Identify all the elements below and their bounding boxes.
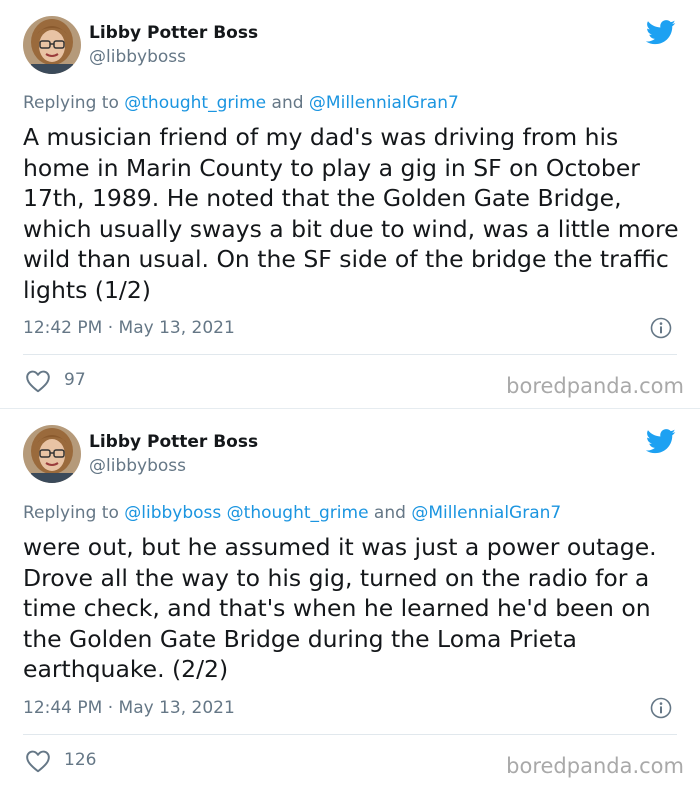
tweet-card: Libby Potter Boss @libbyboss Replying to… — [0, 0, 700, 408]
watermark: boredpanda.com — [506, 754, 684, 778]
replying-joiner: and — [368, 503, 412, 523]
replying-prefix: Replying to — [23, 503, 125, 523]
replying-prefix: Replying to — [23, 93, 125, 113]
mention-link[interactable]: @libbyboss — [124, 503, 221, 523]
mention-link[interactable]: @MillennialGran7 — [411, 503, 561, 523]
avatar[interactable] — [23, 425, 81, 483]
author-name[interactable]: Libby Potter Boss — [89, 23, 258, 43]
author-handle[interactable]: @libbyboss — [89, 47, 186, 67]
mention-link[interactable]: @MillennialGran7 — [309, 93, 459, 113]
mention-link[interactable]: @thought_grime — [124, 93, 266, 113]
author-name[interactable]: Libby Potter Boss — [89, 432, 258, 452]
watermark: boredpanda.com — [506, 374, 684, 398]
mention-link[interactable]: @thought_grime — [227, 503, 369, 523]
divider — [23, 354, 677, 355]
twitter-bird-icon[interactable] — [646, 20, 676, 45]
replying-to: Replying to @libbyboss @thought_grime an… — [23, 503, 561, 523]
tweet-timestamp[interactable]: 12:44 PM · May 13, 2021 — [23, 698, 235, 718]
tweet-card: Libby Potter Boss @libbyboss Replying to… — [0, 409, 700, 788]
avatar[interactable] — [23, 16, 81, 74]
heart-outline-icon[interactable] — [25, 749, 51, 773]
like-count: 126 — [64, 750, 97, 770]
info-icon[interactable] — [650, 697, 672, 719]
info-icon[interactable] — [650, 317, 672, 339]
like-count: 97 — [64, 370, 86, 390]
twitter-bird-icon[interactable] — [646, 429, 676, 454]
replying-to: Replying to @thought_grime and @Millenni… — [23, 93, 459, 113]
divider — [23, 734, 677, 735]
author-handle[interactable]: @libbyboss — [89, 456, 186, 476]
replying-joiner: and — [266, 93, 309, 113]
tweet-text: A musician friend of my dad's was drivin… — [23, 123, 679, 304]
tweet-text: were out, but he assumed it was just a p… — [23, 533, 657, 683]
heart-outline-icon[interactable] — [25, 369, 51, 393]
tweet-timestamp[interactable]: 12:42 PM · May 13, 2021 — [23, 318, 235, 338]
